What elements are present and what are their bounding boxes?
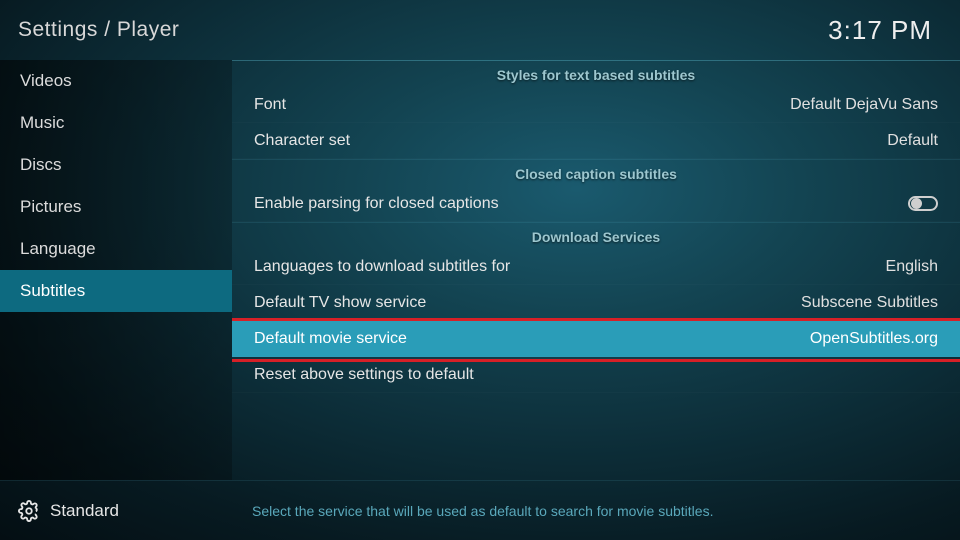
row-enable-cc-label: Enable parsing for closed captions	[254, 195, 499, 213]
row-movie-service-value: OpenSubtitles.org	[810, 330, 938, 348]
header: Settings / Player 3:17 PM	[0, 0, 960, 60]
row-charset-label: Character set	[254, 132, 350, 150]
settings-level-label: Standard	[50, 501, 119, 521]
gear-icon	[18, 500, 40, 522]
row-dl-lang[interactable]: Languages to download subtitles for Engl…	[232, 249, 960, 285]
row-reset[interactable]: Reset above settings to default	[232, 357, 960, 393]
footer: Standard Select the service that will be…	[0, 480, 960, 540]
section-header-download: Download Services	[232, 222, 960, 249]
row-tv-service-label: Default TV show service	[254, 294, 426, 312]
sidebar-item-videos[interactable]: Videos	[0, 60, 232, 102]
row-charset-value: Default	[887, 132, 938, 150]
row-dl-lang-value: English	[886, 258, 938, 276]
row-tv-service[interactable]: Default TV show service Subscene Subtitl…	[232, 285, 960, 321]
main-area: Videos Music Discs Pictures Language Sub…	[0, 60, 960, 480]
settings-level-button[interactable]: Standard	[18, 500, 232, 522]
sidebar-item-pictures[interactable]: Pictures	[0, 186, 232, 228]
content-panel: Styles for text based subtitles Font Def…	[232, 60, 960, 480]
section-header-styles: Styles for text based subtitles	[232, 61, 960, 87]
clock: 3:17 PM	[828, 15, 932, 46]
help-text: Select the service that will be used as …	[232, 503, 713, 519]
sidebar-item-language[interactable]: Language	[0, 228, 232, 270]
row-charset[interactable]: Character set Default	[232, 123, 960, 159]
sidebar-item-subtitles[interactable]: Subtitles	[0, 270, 232, 312]
sidebar-item-discs[interactable]: Discs	[0, 144, 232, 186]
breadcrumb: Settings / Player	[18, 18, 179, 42]
sidebar-item-music[interactable]: Music	[0, 102, 232, 144]
row-dl-lang-label: Languages to download subtitles for	[254, 258, 510, 276]
row-tv-service-value: Subscene Subtitles	[801, 294, 938, 312]
row-font-value: Default DejaVu Sans	[790, 96, 938, 114]
row-movie-service-label: Default movie service	[254, 330, 407, 348]
toggle-off-icon[interactable]	[908, 196, 938, 211]
row-font[interactable]: Font Default DejaVu Sans	[232, 87, 960, 123]
row-reset-label: Reset above settings to default	[254, 366, 474, 384]
sidebar: Videos Music Discs Pictures Language Sub…	[0, 60, 232, 480]
section-header-cc: Closed caption subtitles	[232, 159, 960, 186]
row-movie-service[interactable]: Default movie service OpenSubtitles.org	[232, 321, 960, 357]
row-enable-cc[interactable]: Enable parsing for closed captions	[232, 186, 960, 222]
row-font-label: Font	[254, 96, 286, 114]
